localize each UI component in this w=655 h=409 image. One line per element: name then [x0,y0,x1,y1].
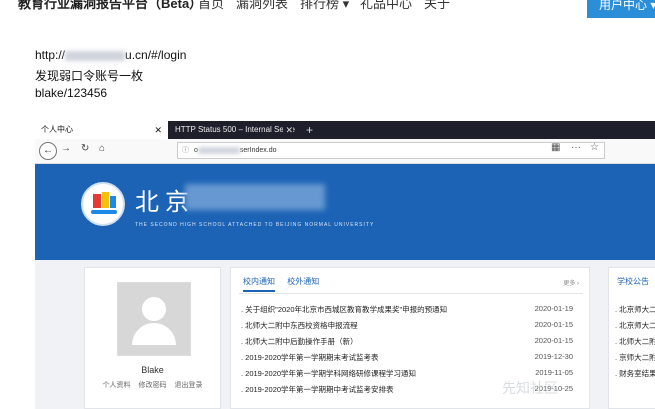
more-actions-icon[interactable]: ··· [571,142,581,153]
notice-date: 2019-11-05 [535,368,573,377]
forward-arrow-icon[interactable]: → [61,143,71,154]
login-url: http:// u.cn/#/login [35,48,186,62]
change-password-link[interactable]: 修改密码 [139,382,167,389]
notice-title[interactable]: . 2019-2020学年第一学期期末考试监考表 [241,352,511,363]
list-item[interactable]: . 京师大二附 [615,352,655,363]
list-item[interactable]: . 北京师大二 [615,320,655,331]
finding-text: 发现弱口令账号一枚 [35,69,144,83]
notice-date: 2019-12-30 [534,352,573,361]
nav-about[interactable]: 关于 [424,0,450,12]
browser-tab-http-500[interactable]: HTTP Status 500 – Internal Serve ✕ [171,121,299,139]
redacted-domain [65,50,126,61]
qr-code-icon[interactable]: ▦ [551,142,560,153]
tab-internal-notice[interactable]: 校内通知 [243,277,275,292]
notice-date: 2020-01-15 [534,336,573,345]
divider [239,293,583,294]
school-english-name: THE SECOND HIGH SCHOOL ATTACHED TO BEIJI… [135,222,375,228]
notice-tabs: 校内通知 校外通知 [243,276,319,292]
nav-vuln-list[interactable]: 漏洞列表 [236,0,288,12]
more-link[interactable]: 更多 › [563,278,579,287]
user-name: Blake [141,365,164,375]
notice-date: 2020-01-19 [534,304,573,313]
notice-title[interactable]: . 关于组织"2020年北京市西城区教育教学成果奖"申报的预通知 [241,304,511,315]
redacted-address [197,146,240,154]
url-prefix: http:// [35,48,66,62]
address-suffix: serIndex.do [239,147,277,154]
back-arrow-icon[interactable]: ← [39,142,57,160]
tab-external-notice[interactable]: 校外通知 [287,277,319,286]
site-brand[interactable]: 教育行业漏洞报告平台（Beta） [18,0,202,12]
browser-tab-bar: 个人中心 ✕ HTTP Status 500 – Internal Serve … [35,121,655,139]
nav-home[interactable]: 首页 [198,0,224,12]
address-bar[interactable]: ⓘ o serIndex.do [177,142,605,159]
list-item[interactable]: . 北师大二附 [615,336,655,347]
list-item[interactable]: . 北师大二附中东西校资格申报流程 2020-01-15 [241,320,581,330]
avatar [117,282,191,356]
notice-title[interactable]: . 北师大二附中东西校资格申报流程 [241,320,511,331]
url-suffix: u.cn/#/login [125,48,187,62]
notice-title[interactable]: . 2019-2020学年第一学期期中考试监考安排表 [241,384,511,395]
user-center-button[interactable]: 用户中心 ▾ [587,0,655,18]
watermark: 先知社区 [502,380,558,396]
home-icon[interactable]: ⌂ [99,143,105,154]
school-announcement-panel: 学校公告 . 北京师大二 . 北京师大二 . 北师大二附 . 京师大二附 . 财… [608,267,655,409]
school-logo-icon [81,182,125,226]
redacted-school-name [185,184,325,210]
notice-title[interactable]: . 2019-2020学年第一学期学科网络研修课程学习通知 [241,368,511,379]
list-item[interactable]: . 2019-2020学年第一学期学科网络研修课程学习通知 2019-11-05 [241,368,581,378]
close-icon[interactable]: ✕ [154,121,162,139]
reload-icon[interactable]: ↻ [81,143,89,154]
top-nav: 教育行业漏洞报告平台（Beta） 首页 漏洞列表 排行榜 ▾ 礼品中心 关于 用… [0,0,655,18]
school-announcement-title[interactable]: 学校公告 [617,276,649,287]
close-icon[interactable]: ✕ [283,121,293,139]
tab-label: HTTP Status 500 – Internal Serve [175,125,295,134]
profile-card: Blake 个人资料 修改密码 退出登录 [84,267,221,409]
browser-toolbar: ← → ↻ ⌂ ⓘ o serIndex.do ▦ ··· ☆ [35,139,655,164]
list-item[interactable]: . 北京师大二 [615,304,655,315]
list-item[interactable]: . 关于组织"2020年北京市西城区教育教学成果奖"申报的预通知 2020-01… [241,304,581,314]
profile-link[interactable]: 个人资料 [103,382,131,389]
profile-links: 个人资料 修改密码 退出登录 [85,380,220,390]
logout-link[interactable]: 退出登录 [174,382,202,389]
bookmark-star-icon[interactable]: ☆ [590,142,599,153]
new-tab-button[interactable]: + [306,121,313,139]
school-banner: 北京 THE SECOND HIGH SCHOOL ATTACHED TO BE… [35,164,655,260]
notice-title[interactable]: . 北师大二附中后勤操作手册（新） [241,336,511,347]
tab-label: 个人中心 [41,125,73,134]
notice-date: 2020-01-15 [534,320,573,329]
embedded-browser-screenshot: 个人中心 ✕ HTTP Status 500 – Internal Serve … [35,121,655,409]
browser-tab-personal-center[interactable]: 个人中心 ✕ [35,121,168,139]
nav-gift-center[interactable]: 礼品中心 [360,0,412,12]
nav-ranking[interactable]: 排行榜 ▾ [300,0,349,12]
list-item[interactable]: . 2019-2020学年第一学期期末考试监考表 2019-12-30 [241,352,581,362]
list-item[interactable]: . 北师大二附中后勤操作手册（新） 2020-01-15 [241,336,581,346]
list-item[interactable]: . 财务室结果 [615,368,655,379]
credentials-text: blake/123456 [35,86,108,100]
info-icon[interactable]: ⓘ [182,143,189,158]
